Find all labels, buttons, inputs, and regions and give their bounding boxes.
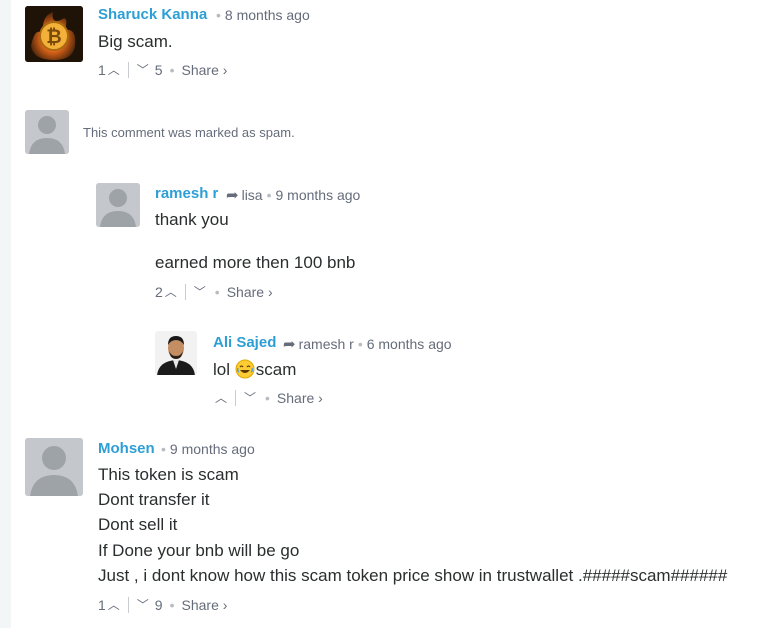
user-silhouette-icon (25, 438, 83, 496)
share-link[interactable]: Share › (182, 597, 228, 613)
comment-meta: ➦ lisa • 9 months ago (226, 187, 361, 204)
downvote-count: 5 (154, 61, 163, 78)
comment-time[interactable]: 8 months ago (225, 7, 310, 23)
comment-actions: 2 ︿ ﹀ • Share › (155, 283, 273, 300)
comment-meta: ➦ ramesh r • 6 months ago (283, 336, 452, 353)
comment-meta: • 8 months ago (216, 7, 310, 23)
vote-divider (235, 389, 236, 406)
share-link[interactable]: Share › (277, 390, 323, 406)
comment-text-part: lol (213, 360, 235, 379)
upvote-count: 1 (98, 61, 106, 78)
chevron-down-icon[interactable]: ﹀ (242, 389, 258, 406)
upvote-count: 1 (98, 596, 106, 613)
comment-text: thank you (155, 210, 229, 229)
chevron-up-icon[interactable]: ︿ (106, 596, 122, 613)
avatar-placeholder (25, 110, 69, 154)
comment-time[interactable]: 9 months ago (170, 441, 255, 457)
comment-actions: 1 ︿ ﹀ 5 • Share › (98, 61, 228, 78)
comment-author[interactable]: Mohsen (98, 440, 155, 457)
comment-actions: 1 ︿ ﹀ 9 • Share › (98, 596, 228, 613)
comment-text: If Done your bnb will be go (98, 541, 300, 560)
comment-text: lol scam (213, 359, 296, 380)
comment-time[interactable]: 6 months ago (367, 336, 452, 352)
reply-arrow-icon: ➦ (226, 187, 239, 204)
laughing-emoji-icon (235, 359, 255, 379)
avatar-placeholder[interactable] (25, 438, 83, 496)
user-silhouette-icon (96, 183, 140, 227)
vote-divider (184, 283, 186, 300)
comment-text: This token is scam (98, 465, 239, 484)
avatar-photo[interactable] (155, 331, 197, 375)
comment-text: Dont transfer it (98, 490, 210, 509)
avatar-placeholder[interactable] (96, 183, 140, 227)
comment-time[interactable]: 9 months ago (276, 187, 361, 203)
comment-text: earned more then 100 bnb (155, 253, 356, 272)
chevron-down-icon[interactable]: ﹀ (135, 61, 151, 78)
reply-to[interactable]: ramesh r (299, 336, 354, 352)
comment-author[interactable]: Ali Sajed (213, 334, 276, 351)
comment-text: Big scam. (98, 32, 173, 51)
svg-text:₿: ₿ (46, 26, 61, 48)
person-photo-icon (155, 331, 197, 375)
chevron-up-icon[interactable]: ︿ (106, 61, 122, 78)
comment-author[interactable]: ramesh r (155, 185, 218, 202)
comment-text: Dont sell it (98, 515, 178, 534)
bitcoin-fire-icon: ₿ (25, 6, 83, 62)
chevron-down-icon[interactable]: ﹀ (192, 283, 208, 300)
share-link[interactable]: Share › (227, 284, 273, 300)
vote-divider (127, 61, 129, 78)
share-link[interactable]: Share › (182, 62, 228, 78)
comment-text: Just , i dont know how this scam token p… (98, 566, 728, 585)
comment-actions: ︿ ﹀ • Share › (213, 389, 323, 406)
comment-text-part: scam (255, 360, 297, 379)
chevron-up-icon[interactable]: ︿ (213, 389, 229, 406)
spam-notice: This comment was marked as spam. (83, 125, 295, 140)
upvote-count: 2 (155, 283, 163, 300)
comment-author[interactable]: Sharuck Kanna (98, 6, 207, 23)
thread-left-border (0, 0, 11, 628)
vote-divider (127, 596, 129, 613)
avatar-bitcoin[interactable]: ₿ (25, 6, 83, 62)
reply-to[interactable]: lisa (242, 187, 263, 203)
comment-meta: • 9 months ago (161, 441, 255, 457)
reply-arrow-icon: ➦ (283, 336, 296, 353)
chevron-down-icon[interactable]: ﹀ (135, 596, 151, 613)
chevron-up-icon[interactable]: ︿ (163, 283, 179, 300)
user-silhouette-icon (25, 110, 69, 154)
downvote-count: 9 (154, 596, 163, 613)
